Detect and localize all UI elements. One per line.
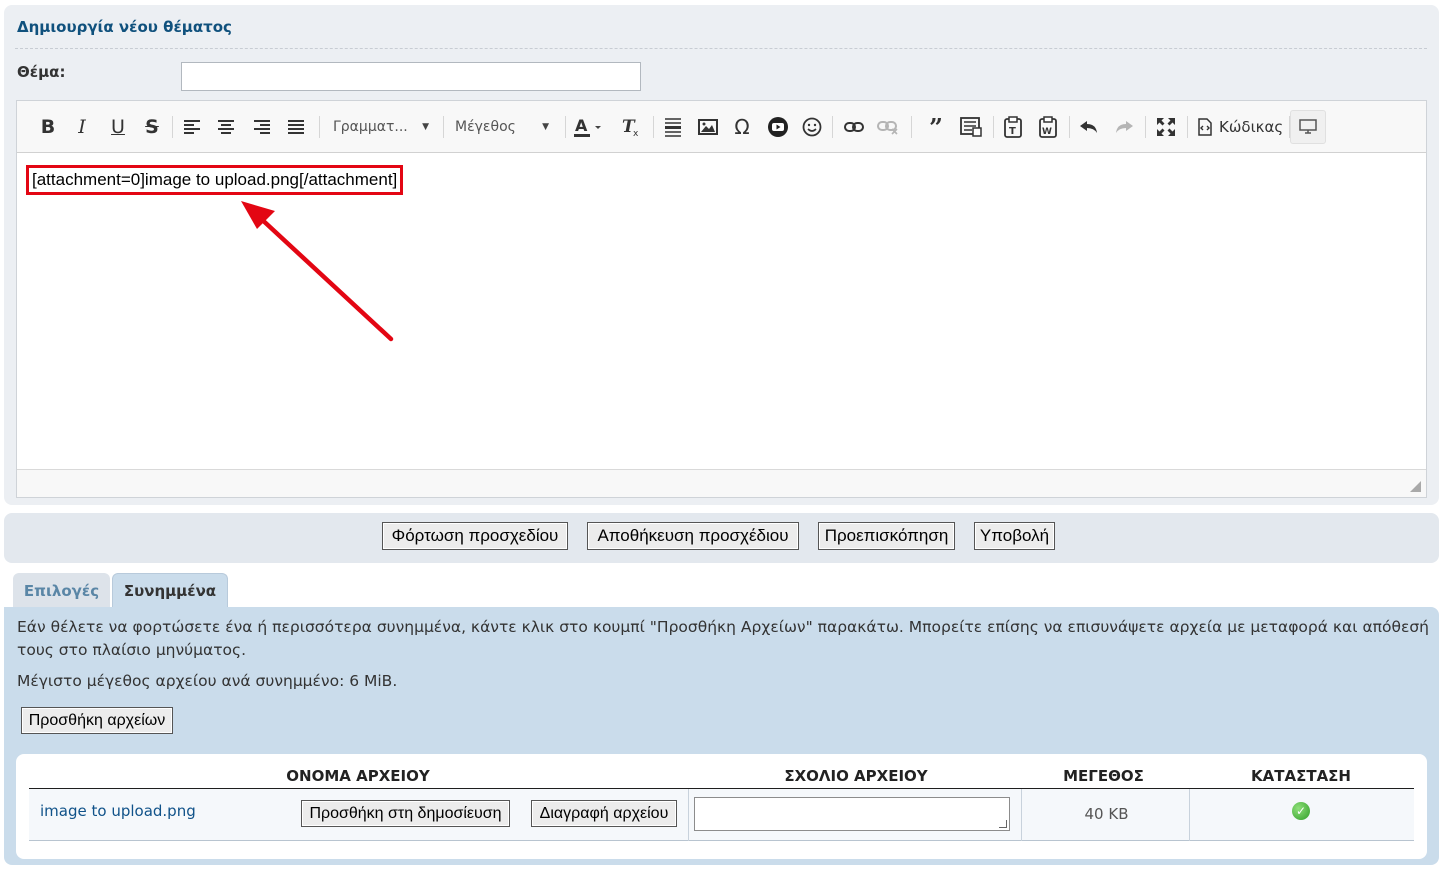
tab-attachments[interactable]: Συνημμένα — [112, 573, 228, 608]
image-icon[interactable] — [697, 113, 719, 141]
cell-divider — [688, 789, 689, 841]
bold-icon[interactable]: B — [37, 113, 59, 141]
delete-file-button[interactable]: Διαγραφή αρχείου — [531, 800, 677, 827]
svg-text:A: A — [575, 116, 588, 135]
font-size-select[interactable]: Μέγεθος ▼ — [449, 113, 555, 141]
preview-button[interactable]: Προεπισκόπηση — [818, 522, 955, 550]
youtube-icon[interactable] — [767, 113, 789, 141]
source-icon — [1198, 118, 1212, 136]
tab-options[interactable]: Επιλογές — [13, 573, 110, 608]
text-color-icon[interactable]: A — [572, 113, 606, 141]
max-size-note: Μέγιστο μέγεθος αρχείου ανά συνημμένο: 6… — [17, 672, 398, 690]
action-bar: Φόρτωση προσχεδίου Αποθήκευση προσχέδιου… — [4, 513, 1439, 563]
toolbar-separator — [911, 116, 912, 138]
italic-icon[interactable]: I — [71, 113, 93, 141]
preview-icon — [1299, 119, 1317, 134]
svg-text:T: T — [1009, 126, 1016, 137]
toolbar-separator — [1187, 116, 1188, 138]
link-icon[interactable] — [843, 113, 865, 141]
align-center-icon[interactable] — [215, 113, 237, 141]
horizontal-rule-icon[interactable] — [662, 113, 684, 141]
cell-divider — [1021, 789, 1022, 841]
subject-input[interactable] — [181, 62, 641, 91]
justify-icon[interactable] — [285, 113, 307, 141]
load-draft-button[interactable]: Φόρτωση προσχεδίου — [382, 522, 568, 550]
remove-format-icon[interactable]: Tx — [621, 113, 643, 141]
chevron-down-icon: ▼ — [542, 122, 549, 132]
post-form-panel: Δημιουργία νέου θέματος Θέμα: B I U S Γρ… — [4, 5, 1439, 505]
toolbar-separator — [832, 116, 833, 138]
svg-text:W: W — [1042, 127, 1052, 137]
message-editor: B I U S Γραμματ... ▼ Μέγεθος ▼ A T x Ω ”… — [16, 100, 1427, 498]
file-comment-field[interactable] — [694, 797, 1010, 831]
strike-icon[interactable]: S — [141, 113, 163, 141]
code-block-icon[interactable] — [959, 113, 983, 141]
align-left-icon[interactable] — [181, 113, 203, 141]
chevron-down-icon: ▼ — [422, 122, 429, 132]
source-button[interactable]: Κώδικας — [1197, 113, 1283, 141]
editor-status-bar — [17, 469, 1426, 497]
editor-toolbar: B I U S Γραμματ... ▼ Μέγεθος ▼ A T x Ω ”… — [17, 101, 1426, 153]
preview-toggle[interactable] — [1290, 110, 1326, 144]
cell-divider — [1189, 789, 1190, 841]
subject-label: Θέμα: — [17, 63, 66, 81]
column-header-status: ΚΑΤΑΣΤΑΣΗ — [1251, 767, 1351, 785]
add-files-button[interactable]: Προσθήκη αρχείων — [21, 707, 173, 734]
highlight-arrow — [241, 201, 394, 342]
title-divider — [15, 48, 1427, 49]
source-label: Κώδικας — [1219, 118, 1284, 136]
column-header-size: ΜΕΓΕΘΟΣ — [1063, 767, 1144, 785]
maximize-icon[interactable] — [1155, 113, 1177, 141]
resize-grip-icon — [999, 820, 1007, 828]
column-header-name: ΟΝΟΜΑ ΑΡΧΕΙΟΥ — [286, 767, 430, 785]
attachments-panel: Εάν θέλετε να φορτώσετε ένα ή περισσότερ… — [4, 607, 1439, 865]
table-row: image to upload.png Προσθήκη στη δημοσίε… — [29, 788, 1414, 841]
save-draft-button[interactable]: Αποθήκευση προσχέδιου — [587, 522, 799, 550]
font-size-value: Μέγεθος — [455, 119, 516, 135]
resize-grip-icon[interactable] — [1410, 481, 1421, 492]
attachments-intro: Εάν θέλετε να φορτώσετε ένα ή περισσότερ… — [17, 618, 1429, 659]
file-size: 40 KB — [1084, 805, 1129, 823]
redo-icon[interactable] — [1113, 113, 1135, 141]
toolbar-separator — [319, 116, 320, 138]
editor-content-area[interactable]: [attachment=0]image to upload.png[/attac… — [17, 153, 1426, 471]
toolbar-separator — [172, 116, 173, 138]
toolbar-separator — [993, 116, 994, 138]
underline-icon[interactable]: U — [107, 113, 129, 141]
undo-icon[interactable] — [1078, 113, 1100, 141]
attachments-table: ΟΝΟΜΑ ΑΡΧΕΙΟΥ ΣΧΟΛΙΟ ΑΡΧΕΙΟΥ ΜΕΓΕΘΟΣ ΚΑΤ… — [16, 754, 1427, 859]
svg-text:x: x — [633, 129, 639, 138]
font-family-select[interactable]: Γραμματ... ▼ — [327, 113, 435, 141]
place-inline-button[interactable]: Προσθήκη στη δημοσίευση — [301, 800, 510, 827]
font-family-value: Γραμματ... — [333, 119, 408, 135]
toolbar-separator — [1145, 116, 1146, 138]
special-char-icon[interactable]: Ω — [731, 113, 753, 141]
toolbar-separator — [565, 116, 566, 138]
align-right-icon[interactable] — [251, 113, 273, 141]
unlink-icon[interactable] — [877, 113, 899, 141]
page-title: Δημιουργία νέου θέματος — [17, 18, 232, 36]
paste-text-icon[interactable]: T — [1002, 113, 1024, 141]
toolbar-separator — [443, 116, 444, 138]
toolbar-separator — [653, 116, 654, 138]
toolbar-separator — [1069, 116, 1070, 138]
attachment-file-link[interactable]: image to upload.png — [40, 802, 196, 820]
submit-button[interactable]: Υποβολή — [974, 522, 1055, 550]
check-circle-icon: ✓ — [1292, 802, 1310, 820]
paste-word-icon[interactable]: W — [1037, 113, 1059, 141]
blockquote-icon[interactable]: ” — [925, 113, 947, 142]
column-header-comment: ΣΧΟΛΙΟ ΑΡΧΕΙΟΥ — [784, 767, 928, 785]
smiley-icon[interactable] — [801, 113, 823, 141]
